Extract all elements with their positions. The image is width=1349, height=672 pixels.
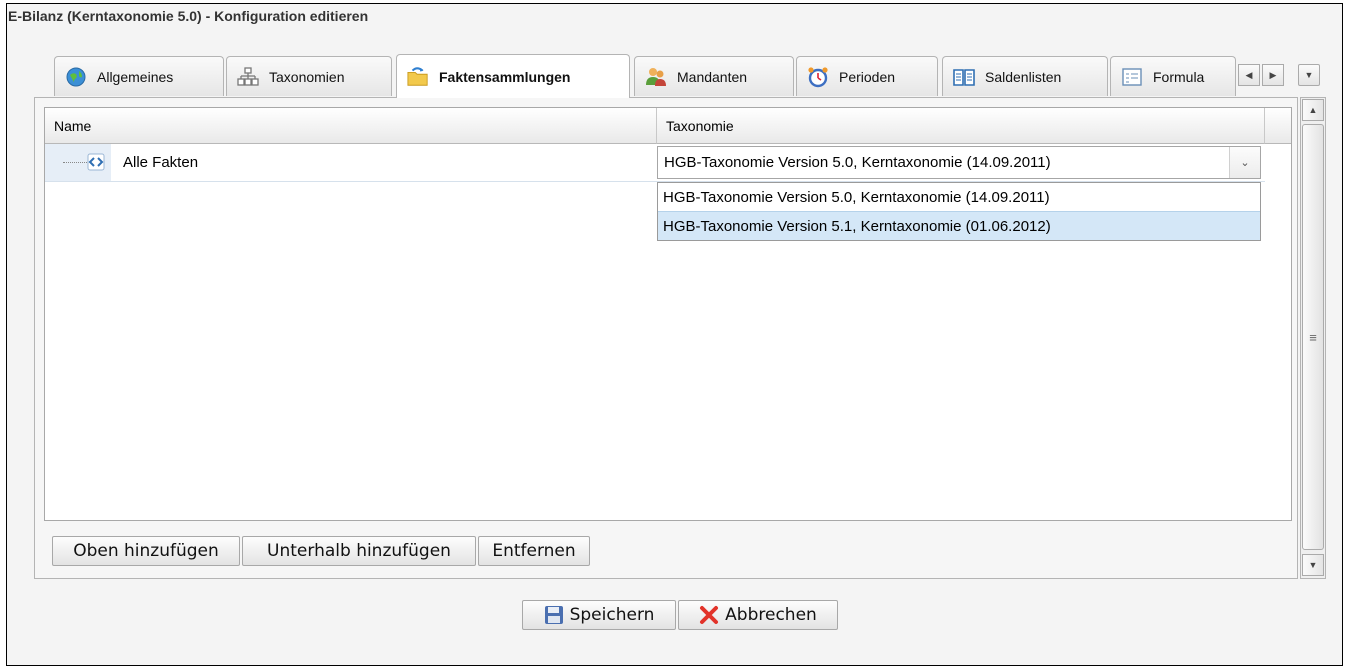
tree-connector — [45, 144, 111, 181]
tab-scroll-right-button[interactable]: ▶ — [1262, 64, 1284, 86]
tab-mandanten[interactable]: Mandanten — [634, 56, 794, 96]
form-icon — [1121, 66, 1143, 88]
tab-label: Perioden — [839, 68, 896, 85]
cancel-button[interactable]: Abbrechen — [678, 600, 838, 630]
tab-label: Formula — [1153, 68, 1205, 85]
hierarchy-icon — [237, 66, 259, 88]
row-name: Alle Fakten — [123, 154, 199, 171]
taxonomy-dropdown-list: HGB-Taxonomie Version 5.0, Kerntaxonomie… — [657, 182, 1261, 241]
tab-label: Allgemeines — [97, 68, 174, 85]
scroll-up-icon[interactable]: ▲ — [1302, 99, 1324, 121]
tab-label: Saldenlisten — [985, 68, 1062, 85]
window-title: E-Bilanz (Kerntaxonomie 5.0) - Konfigura… — [8, 8, 369, 24]
tab-label: Taxonomien — [269, 68, 345, 85]
fact-collections-grid: Name Taxonomie Alle Fakten HGB-Taxonomie… — [44, 107, 1292, 521]
globe-icon — [65, 66, 87, 88]
cancel-label: Abbrechen — [725, 605, 817, 625]
dropdown-option[interactable]: HGB-Taxonomie Version 5.0, Kerntaxonomie… — [658, 183, 1260, 211]
column-header-taxonomie[interactable]: Taxonomie — [657, 108, 1265, 144]
tab-label: Mandanten — [677, 68, 748, 85]
tab-scroll-left-button[interactable]: ◀ — [1238, 64, 1260, 86]
tab-perioden[interactable]: Perioden — [796, 56, 938, 96]
folder-arrow-icon — [407, 66, 429, 88]
add-above-button[interactable]: Oben hinzufügen — [52, 536, 240, 566]
column-header-filler — [1265, 108, 1291, 144]
scroll-down-icon[interactable]: ▼ — [1302, 554, 1324, 576]
red-x-icon — [699, 605, 719, 625]
tree-line — [63, 162, 87, 163]
save-label: Speichern — [569, 605, 655, 625]
combo-value: HGB-Taxonomie Version 5.0, Kerntaxonomie… — [664, 154, 1051, 171]
scroll-thumb[interactable]: ≡ — [1302, 124, 1324, 550]
name-cell[interactable]: Alle Fakten — [45, 144, 657, 181]
column-header-name[interactable]: Name — [45, 108, 657, 144]
tab-allgemeines[interactable]: Allgemeines — [54, 56, 224, 96]
vertical-scrollbar[interactable]: ▲ ≡ ▼ — [1300, 97, 1326, 579]
taxonomy-combobox[interactable]: HGB-Taxonomie Version 5.0, Kerntaxonomie… — [657, 146, 1261, 179]
alarm-clock-icon — [807, 66, 829, 88]
people-icon — [645, 66, 667, 88]
tab-label: Faktensammlungen — [439, 68, 571, 85]
tab-menu-button[interactable]: ▼ — [1298, 64, 1320, 86]
save-button[interactable]: Speichern — [522, 600, 676, 630]
floppy-disk-icon — [544, 605, 564, 625]
dropdown-option-highlighted[interactable]: HGB-Taxonomie Version 5.1, Kerntaxonomie… — [658, 211, 1260, 240]
table-row[interactable]: Alle Fakten HGB-Taxonomie Version 5.0, K… — [45, 144, 1265, 182]
tab-faktensammlungen[interactable]: Faktensammlungen — [396, 54, 630, 98]
code-node-icon — [87, 153, 105, 171]
tab-formula[interactable]: Formula — [1110, 56, 1236, 96]
add-below-button[interactable]: Unterhalb hinzufügen — [242, 536, 476, 566]
chevron-down-icon[interactable]: ⌄ — [1229, 147, 1260, 178]
tab-saldenlisten[interactable]: Saldenlisten — [942, 56, 1108, 96]
book-icon — [953, 66, 975, 88]
remove-button[interactable]: Entfernen — [478, 536, 590, 566]
tab-taxonomien[interactable]: Taxonomien — [226, 56, 392, 96]
